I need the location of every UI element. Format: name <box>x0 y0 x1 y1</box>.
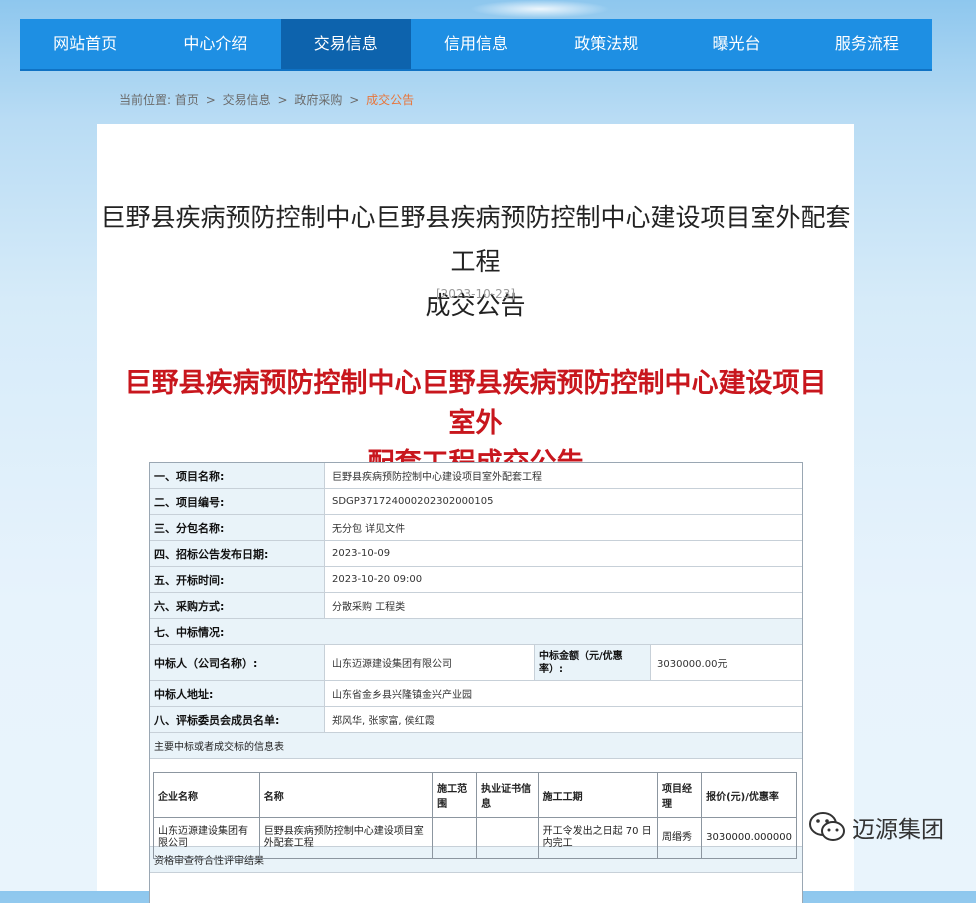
nav-item-exposure[interactable]: 曝光台 <box>671 19 801 69</box>
info-label: 二、项目编号: <box>150 489 325 514</box>
info-row-announce-date: 四、招标公告发布日期: 2023-10-09 <box>150 541 802 567</box>
info-label: 四、招标公告发布日期: <box>150 541 325 566</box>
table-header: 报价(元)/优惠率 <box>701 772 797 818</box>
publish-date: [2023-10-23] <box>435 287 516 301</box>
info-label: 一、项目名称: <box>150 463 325 488</box>
info-label: 中标人（公司名称）: <box>150 645 325 680</box>
notice-heading-line1: 巨野县疾病预防控制中心巨野县疾病预防控制中心建设项目室外 <box>124 368 827 439</box>
info-label: 中标人地址: <box>150 681 325 706</box>
breadcrumb-procurement[interactable]: 政府采购 <box>294 93 342 107</box>
table-cell <box>476 817 539 859</box>
table-header-row: 企业名称 名称 施工范围 执业证书信息 施工工期 项目经理 报价(元)/优惠率 <box>153 772 797 818</box>
wechat-icon <box>809 812 845 841</box>
breadcrumb: 当前位置: 首页 > 交易信息 > 政府采购 > 成交公告 <box>119 91 414 108</box>
amount-value: 3030000.00元 <box>657 659 728 670</box>
winner-name: 山东迈源建设集团有限公司 <box>332 659 452 670</box>
info-row-winner: 中标人（公司名称）: 山东迈源建设集团有限公司 中标金额（元/优惠率）: 303… <box>150 645 802 681</box>
amount-label: 中标金额（元/优惠率）: <box>534 645 651 680</box>
info-label: 七、中标情况: <box>150 619 802 644</box>
bid-items-table: 企业名称 名称 施工范围 执业证书信息 施工工期 项目经理 报价(元)/优惠率 … <box>153 772 797 859</box>
table-row: 山东迈源建设集团有限公司 巨野县疾病预防控制中心建设项目室外配套工程 开工令发出… <box>153 817 797 859</box>
info-value: SDGP371724000202302000105 <box>332 496 494 507</box>
breadcrumb-current: 成交公告 <box>366 93 415 107</box>
table-header: 施工范围 <box>432 772 478 818</box>
watermark-text: 迈源集团 <box>852 817 944 843</box>
info-label: 五、开标时间: <box>150 567 325 592</box>
breadcrumb-prefix: 当前位置: <box>119 93 172 107</box>
article-panel: 巨野县疾病预防控制中心巨野县疾病预防控制中心建设项目室外配套工程 成交公告 [2… <box>97 124 854 903</box>
table-cell: 3030000.000000 <box>701 817 797 859</box>
info-row-address: 中标人地址: 山东省金乡县兴隆镇金兴产业园 <box>150 681 802 707</box>
info-row-package: 三、分包名称: 无分包 详见文件 <box>150 515 802 541</box>
background-decoration <box>470 0 610 18</box>
info-row-project-number: 二、项目编号: SDGP371724000202302000105 <box>150 489 802 515</box>
info-row-project-name: 一、项目名称: 巨野县疾病预防控制中心建设项目室外配套工程 <box>150 463 802 489</box>
info-label: 八、评标委员会成员名单: <box>150 707 325 732</box>
table-cell: 周缗秀 <box>656 817 703 859</box>
table-cell: 开工令发出之日起 70 日内完工 <box>537 817 658 859</box>
info-value: 2023-10-09 <box>332 548 391 559</box>
page-title-line1: 巨野县疾病预防控制中心巨野县疾病预防控制中心建设项目室外配套工程 <box>100 203 851 276</box>
info-row-method: 六、采购方式: 分散采购 工程类 <box>150 593 802 619</box>
info-row-open-time: 五、开标时间: 2023-10-20 09:00 <box>150 567 802 593</box>
info-value: 2023-10-20 09:00 <box>332 574 423 585</box>
table-cell: 山东迈源建设集团有限公司 <box>153 817 260 859</box>
info-value: 巨野县疾病预防控制中心建设项目室外配套工程 <box>332 472 542 483</box>
breadcrumb-home[interactable]: 首页 <box>175 93 199 107</box>
info-value: 山东省金乡县兴隆镇金兴产业园 <box>332 690 472 701</box>
nav-item-credit[interactable]: 信用信息 <box>411 19 541 69</box>
nav-item-about[interactable]: 中心介绍 <box>150 19 280 69</box>
info-subhead: 主要中标或者成交标的信息表 <box>150 733 802 759</box>
nav-item-trading[interactable]: 交易信息 <box>280 19 411 69</box>
info-value: 郑风华, 张家富, 侯红霞 <box>332 716 435 727</box>
table-header: 企业名称 <box>153 772 260 818</box>
info-label: 六、采购方式: <box>150 593 325 618</box>
table-header: 项目经理 <box>656 772 703 818</box>
info-value: 无分包 详见文件 <box>332 524 406 535</box>
info-value: 分散采购 工程类 <box>332 602 406 613</box>
breadcrumb-separator: > <box>349 93 360 107</box>
nav-item-process[interactable]: 服务流程 <box>802 19 932 69</box>
table-header: 执业证书信息 <box>476 772 539 818</box>
nav-item-home[interactable]: 网站首页 <box>20 19 150 69</box>
info-row-section7: 七、中标情况: <box>150 619 802 645</box>
watermark: 迈源集团 <box>808 810 944 844</box>
page-title: 巨野县疾病预防控制中心巨野县疾病预防控制中心建设项目室外配套工程 成交公告 <box>97 196 854 328</box>
table-cell: 巨野县疾病预防控制中心建设项目室外配套工程 <box>258 817 434 859</box>
breadcrumb-separator: > <box>277 93 288 107</box>
table-header: 施工工期 <box>537 772 658 818</box>
breadcrumb-separator: > <box>205 93 216 107</box>
breadcrumb-trading[interactable]: 交易信息 <box>223 93 271 107</box>
table-cell <box>432 817 478 859</box>
nav-item-policy[interactable]: 政策法规 <box>541 19 671 69</box>
info-row-committee: 八、评标委员会成员名单: 郑风华, 张家富, 侯红霞 <box>150 707 802 733</box>
main-nav: 网站首页 中心介绍 交易信息 信用信息 政策法规 曝光台 服务流程 <box>20 19 932 71</box>
info-label: 三、分包名称: <box>150 515 325 540</box>
table-header: 名称 <box>258 772 434 818</box>
